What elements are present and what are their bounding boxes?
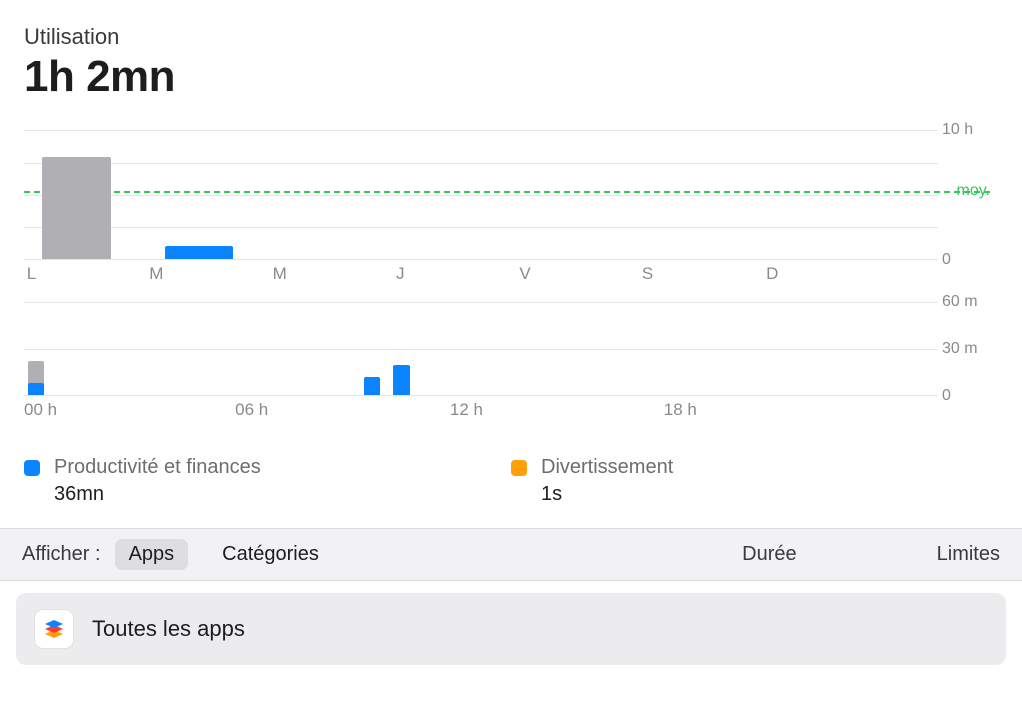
weekly-xtick: S <box>642 264 653 284</box>
all-apps-icon <box>34 609 74 649</box>
legend-label: Divertissement <box>541 456 673 479</box>
avg-label: moy. <box>957 182 990 200</box>
hourly-x-axis: 00 h 06 h 12 h 18 h <box>24 400 938 424</box>
weekly-xtick: M <box>273 264 287 284</box>
weekly-bar-tue <box>165 246 234 259</box>
legend-value: 36mn <box>54 483 261 506</box>
segment-categories[interactable]: Catégories <box>208 539 333 570</box>
display-toolbar: Afficher : Apps Catégories Durée Limites <box>0 528 1022 581</box>
hourly-xtick: 18 h <box>664 400 697 420</box>
weekly-chart: moy. 10 h 0 L M M J V S D <box>24 130 998 288</box>
hourly-xtick: 00 h <box>24 400 57 420</box>
weekly-ytick-bottom: 0 <box>942 251 994 269</box>
all-apps-label: Toutes les apps <box>92 616 245 642</box>
weekly-xtick: M <box>149 264 163 284</box>
screen-time-panel: Utilisation 1h 2mn moy. 10 h 0 L M <box>0 0 1022 528</box>
usage-subtitle: Utilisation <box>24 24 998 50</box>
weekly-chart-plot: moy. <box>24 130 938 260</box>
hourly-xtick: 12 h <box>450 400 483 420</box>
hourly-ytick-mid: 30 m <box>942 340 994 358</box>
weekly-ytick-top: 10 h <box>942 121 994 139</box>
weekly-xtick: J <box>396 264 405 284</box>
weekly-xtick: L <box>27 264 36 284</box>
usage-total: 1h 2mn <box>24 52 998 102</box>
column-header-duration: Durée <box>742 543 796 566</box>
legend-swatch-icon <box>24 460 40 476</box>
segment-apps[interactable]: Apps <box>115 539 189 570</box>
hourly-chart: 60 m 30 m 0 00 h 06 h 12 h 18 h <box>24 302 998 424</box>
column-header-limits: Limites <box>937 543 1000 566</box>
weekly-xtick: D <box>766 264 778 284</box>
hourly-bar-00 <box>28 361 44 395</box>
weekly-x-axis: L M M J V S D <box>24 264 938 288</box>
legend-swatch-icon <box>511 460 527 476</box>
legend-item-entertainment: Divertissement 1s <box>511 456 998 506</box>
weekly-bar-mon <box>42 157 111 259</box>
show-label: Afficher : <box>22 543 101 566</box>
hourly-bar-08 <box>364 377 380 395</box>
view-segmented-control: Apps Catégories <box>115 539 333 570</box>
legend-value: 1s <box>541 483 673 506</box>
hourly-chart-plot <box>24 302 938 396</box>
hourly-xtick: 06 h <box>235 400 268 420</box>
hourly-ytick-top: 60 m <box>942 293 994 311</box>
hourly-bar-09 <box>393 365 409 395</box>
hourly-ytick-bottom: 0 <box>942 387 994 405</box>
category-legend: Productivité et finances 36mn Divertisse… <box>24 438 998 528</box>
legend-label: Productivité et finances <box>54 456 261 479</box>
legend-item-productivity: Productivité et finances 36mn <box>24 456 511 506</box>
weekly-xtick: V <box>519 264 530 284</box>
all-apps-row[interactable]: Toutes les apps <box>16 593 1006 665</box>
